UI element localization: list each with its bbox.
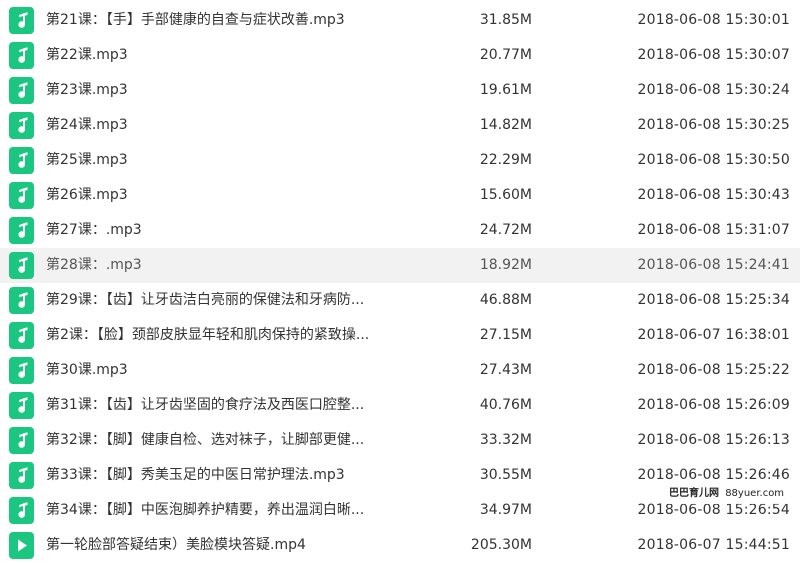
file-name[interactable]: 第29课：【齿】让牙齿洁白亮丽的保健法和牙病防... — [46, 283, 426, 318]
music-note-icon[interactable] — [9, 462, 34, 489]
file-modified-date: 2018-06-08 15:30:25 — [637, 117, 790, 133]
file-size: 22.29M — [479, 152, 532, 168]
file-row[interactable]: 第30课.mp3 27.43M 2018-06-08 15:25:22 — [0, 353, 800, 388]
music-note-icon[interactable] — [9, 77, 34, 104]
music-note-icon[interactable] — [9, 357, 34, 384]
file-name[interactable]: 第27课：.mp3 — [46, 213, 426, 248]
file-modified-date: 2018-06-08 15:31:07 — [637, 222, 790, 238]
file-list: 第21课：【手】手部健康的自查与症状改善.mp3 31.85M 2018-06-08… — [0, 0, 800, 563]
watermark: 巴巴育儿网 88yuer.com — [665, 484, 789, 504]
file-modified-date: 2018-06-08 15:25:22 — [637, 362, 790, 378]
file-row[interactable]: 第26课.mp3 15.60M 2018-06-08 15:30:43 — [0, 178, 800, 213]
file-size: 34.97M — [479, 502, 532, 518]
play-icon[interactable] — [9, 532, 34, 559]
file-name[interactable]: 第23课.mp3 — [46, 73, 426, 108]
file-size: 24.72M — [479, 222, 532, 238]
file-modified-date: 2018-06-08 15:26:09 — [637, 397, 790, 413]
file-size: 205.30M — [470, 537, 532, 553]
music-note-icon[interactable] — [9, 322, 34, 349]
file-name[interactable]: 第31课：【齿】让牙齿坚固的食疗法及西医口腔整... — [46, 388, 426, 423]
file-name[interactable]: 第21课：【手】手部健康的自查与症状改善.mp3 — [46, 3, 426, 38]
music-note-icon[interactable] — [9, 7, 34, 34]
file-size: 15.60M — [479, 187, 532, 203]
music-note-icon[interactable] — [9, 287, 34, 314]
file-row[interactable]: 第25课.mp3 22.29M 2018-06-08 15:30:50 — [0, 143, 800, 178]
file-name[interactable]: 第25课.mp3 — [46, 143, 426, 178]
music-note-icon[interactable] — [9, 392, 34, 419]
music-note-icon[interactable] — [9, 427, 34, 454]
file-modified-date: 2018-06-08 15:25:34 — [637, 292, 790, 308]
file-modified-date: 2018-06-08 15:26:13 — [637, 432, 790, 448]
file-size: 40.76M — [479, 397, 532, 413]
file-name[interactable]: 第34课：【脚】中医泡脚养护精要，养出温润白晰... — [46, 493, 426, 528]
music-note-icon[interactable] — [9, 42, 34, 69]
file-name[interactable]: 第一轮脸部答疑结束）美脸模块答疑.mp4 — [46, 528, 426, 563]
file-row[interactable]: 第29课：【齿】让牙齿洁白亮丽的保健法和牙病防... 46.88M 2018-06-… — [0, 283, 800, 318]
file-name[interactable]: 第22课.mp3 — [46, 38, 426, 73]
watermark-en: 88yuer.com — [725, 488, 785, 499]
file-modified-date: 2018-06-08 15:30:07 — [637, 47, 790, 63]
file-size: 30.55M — [479, 467, 532, 483]
file-modified-date: 2018-06-07 15:44:51 — [637, 537, 790, 553]
file-size: 14.82M — [479, 117, 532, 133]
file-row[interactable]: 第31课：【齿】让牙齿坚固的食疗法及西医口腔整... 40.76M 2018-06-… — [0, 388, 800, 423]
file-modified-date: 2018-06-07 16:38:01 — [637, 327, 790, 343]
file-size: 18.92M — [479, 257, 532, 273]
file-row[interactable]: 第23课.mp3 19.61M 2018-06-08 15:30:24 — [0, 73, 800, 108]
file-size: 27.43M — [479, 362, 532, 378]
music-note-icon[interactable] — [9, 147, 34, 174]
file-name[interactable]: 第33课：【脚】秀美玉足的中医日常护理法.mp3 — [46, 458, 426, 493]
file-size: 19.61M — [479, 82, 532, 98]
file-row[interactable]: 第21课：【手】手部健康的自查与症状改善.mp3 31.85M 2018-06-08… — [0, 3, 800, 38]
music-note-icon[interactable] — [9, 182, 34, 209]
file-size: 33.32M — [479, 432, 532, 448]
file-row[interactable]: 第28课：.mp3 18.92M 2018-06-08 15:24:41 — [0, 248, 800, 283]
music-note-icon[interactable] — [9, 217, 34, 244]
file-size: 31.85M — [479, 12, 532, 28]
file-row[interactable]: 第27课：.mp3 24.72M 2018-06-08 15:31:07 — [0, 213, 800, 248]
file-row[interactable]: 第22课.mp3 20.77M 2018-06-08 15:30:07 — [0, 38, 800, 73]
music-note-icon[interactable] — [9, 497, 34, 524]
file-name[interactable]: 第28课：.mp3 — [46, 248, 426, 283]
watermark-cn: 巴巴育儿网 — [669, 488, 719, 499]
file-modified-date: 2018-06-08 15:30:24 — [637, 82, 790, 98]
music-note-icon[interactable] — [9, 252, 34, 279]
file-name[interactable]: 第24课.mp3 — [46, 108, 426, 143]
file-name[interactable]: 第2课：【脸】颈部皮肤显年轻和肌肉保持的紧致操... — [46, 318, 426, 353]
file-modified-date: 2018-06-08 15:24:41 — [637, 257, 790, 273]
file-row[interactable]: 第24课.mp3 14.82M 2018-06-08 15:30:25 — [0, 108, 800, 143]
file-name[interactable]: 第32课：【脚】健康自检、选对袜子，让脚部更健... — [46, 423, 426, 458]
file-row[interactable]: 第2课：【脸】颈部皮肤显年轻和肌肉保持的紧致操... 27.15M 2018-06-… — [0, 318, 800, 353]
file-row[interactable]: 第一轮脸部答疑结束）美脸模块答疑.mp4 205.30M 2018-06-07 15… — [0, 528, 800, 563]
file-modified-date: 2018-06-08 15:30:50 — [637, 152, 790, 168]
file-modified-date: 2018-06-08 15:30:43 — [637, 187, 790, 203]
file-size: 27.15M — [479, 327, 532, 343]
file-size: 20.77M — [479, 47, 532, 63]
file-modified-date: 2018-06-08 15:30:01 — [637, 12, 790, 28]
music-note-icon[interactable] — [9, 112, 34, 139]
file-name[interactable]: 第30课.mp3 — [46, 353, 426, 388]
file-row[interactable]: 第32课：【脚】健康自检、选对袜子，让脚部更健... 33.32M 2018-06-… — [0, 423, 800, 458]
file-name[interactable]: 第26课.mp3 — [46, 178, 426, 213]
file-size: 46.88M — [479, 292, 532, 308]
